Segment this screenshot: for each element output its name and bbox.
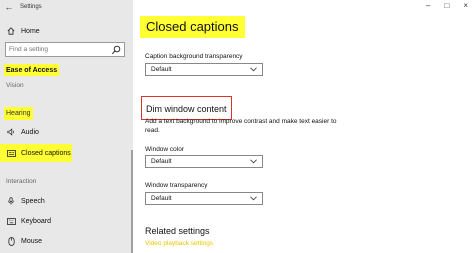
dropdown-value: Default bbox=[151, 195, 172, 202]
group-label-interaction: Interaction bbox=[6, 178, 37, 185]
category-heading: Ease of Access bbox=[4, 64, 60, 76]
dropdown-value: Default bbox=[151, 66, 172, 73]
sidebar-item-label: Speech bbox=[21, 197, 45, 205]
closed-captions-icon bbox=[6, 149, 16, 157]
dim-window-content-heading: Dim window content bbox=[141, 96, 232, 120]
caption-bg-transparency-label: Caption background transparency bbox=[145, 53, 243, 60]
sidebar-scrollbar[interactable] bbox=[131, 150, 133, 253]
sidebar-item-keyboard[interactable]: Keyboard bbox=[0, 214, 133, 228]
sidebar-item-audio[interactable]: Audio bbox=[0, 125, 133, 139]
minimize-button[interactable]: – bbox=[426, 1, 430, 10]
window-transparency-dropdown[interactable]: Default bbox=[145, 192, 263, 205]
sidebar-item-label: Keyboard bbox=[21, 217, 51, 225]
sidebar-item-label: Closed captions bbox=[21, 149, 71, 157]
close-button[interactable]: × bbox=[463, 1, 468, 10]
app-title: Settings bbox=[20, 4, 42, 10]
page-title-highlight: Closed captions bbox=[140, 16, 245, 38]
video-playback-settings-link[interactable]: Video playback settings bbox=[145, 240, 213, 247]
speaker-icon bbox=[6, 128, 16, 136]
sidebar: ← Settings Home Ease of Access Vision He… bbox=[0, 0, 133, 253]
search-field[interactable] bbox=[5, 42, 125, 57]
group-label-vision: Vision bbox=[6, 82, 24, 89]
window-color-label: Window color bbox=[145, 146, 185, 153]
group-label-hearing: Hearing bbox=[4, 107, 33, 120]
chevron-down-icon bbox=[250, 196, 257, 201]
maximize-button[interactable]: □ bbox=[444, 1, 449, 10]
search-input[interactable] bbox=[6, 46, 106, 53]
home-icon bbox=[6, 27, 16, 35]
dropdown-value: Default bbox=[151, 158, 172, 165]
caption-bg-transparency-dropdown[interactable]: Default bbox=[145, 63, 263, 76]
microphone-icon bbox=[6, 197, 16, 205]
sidebar-item-label: Audio bbox=[21, 128, 39, 136]
section-heading-text: Dim window content bbox=[146, 104, 227, 114]
back-arrow-icon[interactable]: ← bbox=[2, 0, 16, 14]
search-icon[interactable] bbox=[111, 45, 121, 55]
keyboard-icon bbox=[6, 217, 16, 225]
window-transparency-label: Window transparency bbox=[145, 182, 208, 189]
mouse-icon bbox=[6, 236, 16, 246]
window-color-dropdown[interactable]: Default bbox=[145, 155, 263, 168]
sidebar-item-closed-captions[interactable]: Closed captions bbox=[0, 146, 133, 160]
sidebar-item-label: Mouse bbox=[21, 237, 43, 245]
dim-window-description: Add a text background to improve contras… bbox=[145, 118, 337, 134]
window-controls: – □ × bbox=[426, 1, 468, 10]
chevron-down-icon bbox=[250, 67, 257, 72]
sidebar-item-label: Home bbox=[21, 27, 40, 35]
sidebar-item-speech[interactable]: Speech bbox=[0, 194, 133, 208]
chevron-down-icon bbox=[250, 159, 257, 164]
sidebar-item-home[interactable]: Home bbox=[0, 24, 133, 38]
title-bar: ← Settings bbox=[0, 0, 133, 14]
related-settings-heading: Related settings bbox=[145, 226, 210, 236]
page-title: Closed captions bbox=[146, 19, 239, 34]
sidebar-item-mouse[interactable]: Mouse bbox=[0, 234, 133, 248]
